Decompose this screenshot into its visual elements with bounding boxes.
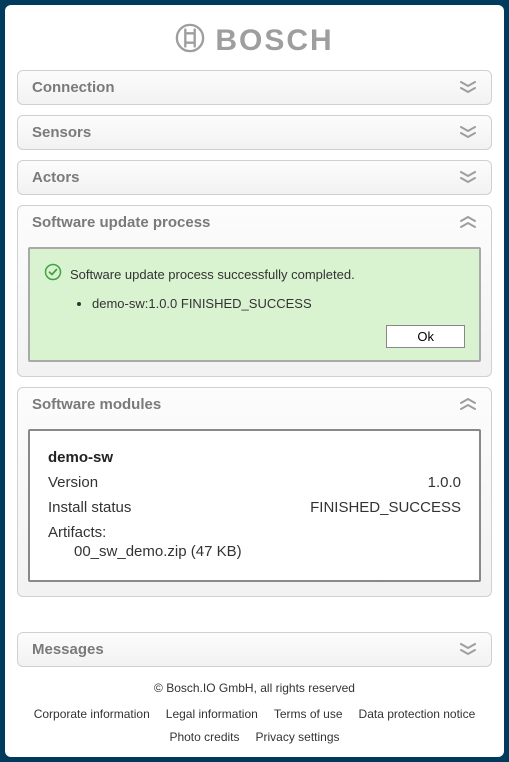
panel-update: Software update process Software update …	[17, 205, 492, 377]
bosch-icon	[175, 23, 205, 58]
brand-text: BOSCH	[215, 24, 333, 58]
artifacts-label: Artifacts:	[48, 524, 461, 541]
footer-link-corporate[interactable]: Corporate information	[34, 703, 150, 726]
brand-logo: BOSCH	[175, 23, 333, 58]
panel-update-body: Software update process successfully com…	[18, 239, 491, 376]
panel-title: Actors	[32, 169, 80, 186]
chevron-down-icon	[459, 171, 477, 185]
panel-title: Messages	[32, 641, 104, 658]
spacer	[17, 607, 492, 632]
update-item: demo-sw:1.0.0 FINISHED_SUCCESS	[92, 296, 465, 311]
panel-connection: Connection	[17, 70, 492, 105]
check-circle-icon	[44, 263, 62, 286]
status-value: FINISHED_SUCCESS	[310, 499, 461, 516]
panel-modules-body: demo-sw Version 1.0.0 Install status FIN…	[18, 421, 491, 596]
module-status-row: Install status FINISHED_SUCCESS	[48, 499, 461, 516]
module-version-row: Version 1.0.0	[48, 474, 461, 491]
panel-update-header[interactable]: Software update process	[18, 206, 491, 239]
module-card: demo-sw Version 1.0.0 Install status FIN…	[28, 429, 481, 582]
panel-title: Connection	[32, 79, 115, 96]
panel-actors-header[interactable]: Actors	[18, 161, 491, 194]
footer-link-data-protection[interactable]: Data protection notice	[359, 703, 476, 726]
footer: © Bosch.IO GmbH, all rights reserved Cor…	[17, 677, 492, 749]
module-name: demo-sw	[48, 449, 461, 466]
version-label: Version	[48, 474, 98, 491]
app-window: BOSCH Connection Sensors Actors	[5, 5, 504, 757]
status-label: Install status	[48, 499, 131, 516]
footer-link-privacy[interactable]: Privacy settings	[256, 726, 340, 749]
copyright-text: © Bosch.IO GmbH, all rights reserved	[17, 681, 492, 695]
artifact-item: 00_sw_demo.zip (47 KB)	[74, 543, 461, 560]
chevron-up-icon	[459, 398, 477, 412]
alert-header: Software update process successfully com…	[44, 263, 465, 286]
footer-links: Corporate information Legal information …	[17, 703, 492, 749]
ok-button[interactable]: Ok	[386, 325, 465, 348]
panel-messages: Messages	[17, 632, 492, 667]
chevron-down-icon	[459, 643, 477, 657]
alert-message: Software update process successfully com…	[70, 267, 355, 282]
logo-row: BOSCH	[17, 17, 492, 70]
alert-actions: Ok	[44, 325, 465, 348]
panel-title: Software update process	[32, 214, 210, 231]
panel-connection-header[interactable]: Connection	[18, 71, 491, 104]
chevron-up-icon	[459, 216, 477, 230]
version-value: 1.0.0	[428, 474, 461, 491]
panel-title: Sensors	[32, 124, 91, 141]
panel-sensors-header[interactable]: Sensors	[18, 116, 491, 149]
panel-modules-header[interactable]: Software modules	[18, 388, 491, 421]
footer-link-photo[interactable]: Photo credits	[169, 726, 239, 749]
panel-sensors: Sensors	[17, 115, 492, 150]
panel-modules: Software modules demo-sw Version 1.0.0 I…	[17, 387, 492, 597]
update-item-list: demo-sw:1.0.0 FINISHED_SUCCESS	[92, 296, 465, 311]
update-success-alert: Software update process successfully com…	[28, 247, 481, 362]
chevron-down-icon	[459, 126, 477, 140]
panel-messages-header[interactable]: Messages	[18, 633, 491, 666]
panel-title: Software modules	[32, 396, 161, 413]
chevron-down-icon	[459, 81, 477, 95]
footer-link-legal[interactable]: Legal information	[166, 703, 258, 726]
panel-actors: Actors	[17, 160, 492, 195]
footer-link-terms[interactable]: Terms of use	[274, 703, 343, 726]
